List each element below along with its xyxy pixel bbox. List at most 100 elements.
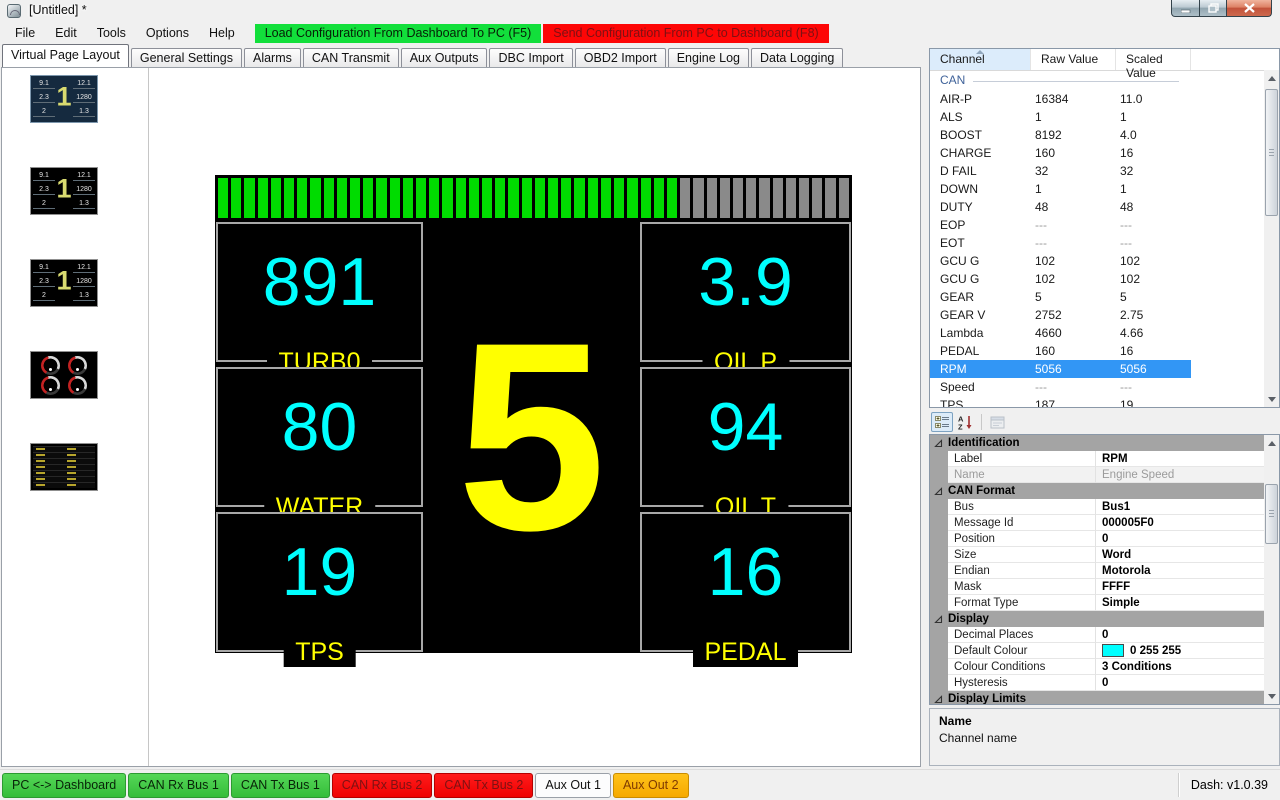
property-value[interactable]: Word <box>1096 547 1264 563</box>
minimize-button[interactable] <box>1171 0 1200 17</box>
property-section-can-format[interactable]: CAN Format <box>930 483 1264 499</box>
channel-row-gear-v[interactable]: GEAR V27522.75 <box>930 306 1191 324</box>
channel-row-down[interactable]: DOWN11 <box>930 180 1191 198</box>
page-thumbnail-1[interactable]: 9.12.3212.112801.31 <box>30 75 98 123</box>
property-value[interactable]: 0 <box>1096 675 1264 691</box>
page-thumbnail-4[interactable] <box>30 351 98 399</box>
status-aux-out-2[interactable]: Aux Out 2 <box>613 773 689 798</box>
property-label[interactable]: LabelRPM <box>930 451 1264 467</box>
gauge-value: 94 <box>642 375 849 479</box>
channel-row-boost[interactable]: BOOST81924.0 <box>930 126 1191 144</box>
property-value[interactable]: 3 Conditions <box>1096 659 1264 675</box>
property-section-identification[interactable]: Identification <box>930 435 1264 451</box>
categorized-view-button[interactable] <box>931 412 953 432</box>
channel-row-rpm[interactable]: RPM50565056 <box>930 360 1191 378</box>
property-value[interactable]: Simple <box>1096 595 1264 611</box>
scroll-down-icon[interactable] <box>1264 391 1279 407</box>
bar-segment <box>720 178 730 218</box>
page-thumbnail-2[interactable]: 9.12.3212.112801.31 <box>30 167 98 215</box>
status-can-tx-bus-2[interactable]: CAN Tx Bus 2 <box>434 773 533 798</box>
scroll-up-icon[interactable] <box>1264 435 1279 451</box>
channel-row-tps[interactable]: TPS18719 <box>930 396 1191 407</box>
close-button[interactable] <box>1227 0 1272 17</box>
channel-row-eop[interactable]: EOP------ <box>930 216 1191 234</box>
tab-alarms[interactable]: Alarms <box>244 48 301 67</box>
channel-scrollbar[interactable] <box>1264 70 1279 407</box>
property-mask[interactable]: MaskFFFF <box>930 579 1264 595</box>
channel-row-gcu-g[interactable]: GCU G102102 <box>930 270 1191 288</box>
menu-item-options[interactable]: Options <box>136 23 199 43</box>
menu-item-tools[interactable]: Tools <box>87 23 136 43</box>
status-pc-dashboard[interactable]: PC <-> Dashboard <box>2 773 126 798</box>
property-value[interactable]: Motorola <box>1096 563 1264 579</box>
column-header-raw-value[interactable]: Raw Value <box>1031 49 1116 70</box>
scroll-up-icon[interactable] <box>1264 70 1279 86</box>
channel-row-air-p[interactable]: AIR-P1638411.0 <box>930 90 1191 108</box>
alphabetical-view-button[interactable]: A Z <box>954 412 976 432</box>
column-header-channel[interactable]: Channel <box>930 49 1031 70</box>
property-value[interactable]: Engine Speed <box>1096 467 1264 483</box>
property-endian[interactable]: EndianMotorola <box>930 563 1264 579</box>
channel-row-lambda[interactable]: Lambda46604.66 <box>930 324 1191 342</box>
tab-can-transmit[interactable]: CAN Transmit <box>303 48 399 67</box>
dashboard-preview[interactable]: 5 891TURB03.9OIL P80WATER94OIL T19TPS16P… <box>215 175 852 653</box>
property-size[interactable]: SizeWord <box>930 547 1264 563</box>
mini-value: 1280 <box>73 93 95 103</box>
property-position[interactable]: Position0 <box>930 531 1264 547</box>
property-value[interactable]: Bus1 <box>1096 499 1264 515</box>
property-decimal-places[interactable]: Decimal Places0 <box>930 627 1264 643</box>
tab-obd2-import[interactable]: OBD2 Import <box>575 48 666 67</box>
property-default-colour[interactable]: Default Colour0 255 255 <box>930 643 1264 659</box>
property-section-display[interactable]: Display <box>930 611 1264 627</box>
page-thumbnail-3[interactable]: 9.12.3212.112801.31 <box>30 259 98 307</box>
tab-data-logging[interactable]: Data Logging <box>751 48 843 67</box>
tab-engine-log[interactable]: Engine Log <box>668 48 749 67</box>
property-bus[interactable]: BusBus1 <box>930 499 1264 515</box>
property-scrollbar-thumb[interactable] <box>1265 484 1278 544</box>
send-configuration-button[interactable]: Send Configuration From PC to Dashboard … <box>543 24 828 43</box>
property-hysteresis[interactable]: Hysteresis0 <box>930 675 1264 691</box>
channel-row-als[interactable]: ALS11 <box>930 108 1191 126</box>
property-message-id[interactable]: Message Id000005F0 <box>930 515 1264 531</box>
property-gutter <box>930 467 948 483</box>
property-name[interactable]: NameEngine Speed <box>930 467 1264 483</box>
status-can-rx-bus-2[interactable]: CAN Rx Bus 2 <box>332 773 433 798</box>
channel-row-d-fail[interactable]: D FAIL3232 <box>930 162 1191 180</box>
property-value[interactable]: 0 <box>1096 627 1264 643</box>
tab-general-settings[interactable]: General Settings <box>131 48 242 67</box>
property-format-type[interactable]: Format TypeSimple <box>930 595 1264 611</box>
tab-aux-outputs[interactable]: Aux Outputs <box>401 48 488 67</box>
status-aux-out-1[interactable]: Aux Out 1 <box>535 773 611 798</box>
menu-item-help[interactable]: Help <box>199 23 245 43</box>
scroll-down-icon[interactable] <box>1264 688 1279 704</box>
property-value[interactable]: 0 <box>1096 531 1264 547</box>
column-header-scaled-value[interactable]: Scaled Value <box>1116 49 1191 70</box>
tab-virtual-page-layout[interactable]: Virtual Page Layout <box>2 44 129 67</box>
channel-row-eot[interactable]: EOT------ <box>930 234 1191 252</box>
property-value[interactable]: 0 255 255 <box>1096 643 1264 659</box>
channel-row-gcu-g[interactable]: GCU G102102 <box>930 252 1191 270</box>
channel-scrollbar-thumb[interactable] <box>1265 89 1278 216</box>
channel-row-gear[interactable]: GEAR55 <box>930 288 1191 306</box>
channel-row-pedal[interactable]: PEDAL16016 <box>930 342 1191 360</box>
status-can-tx-bus-1[interactable]: CAN Tx Bus 1 <box>231 773 330 798</box>
menu-item-file[interactable]: File <box>5 23 45 43</box>
property-value[interactable]: RPM <box>1096 451 1264 467</box>
channel-row-speed[interactable]: Speed------ <box>930 378 1191 396</box>
property-scrollbar[interactable] <box>1264 435 1279 704</box>
channel-row-duty[interactable]: DUTY4848 <box>930 198 1191 216</box>
menu-item-edit[interactable]: Edit <box>45 23 87 43</box>
property-value[interactable]: FFFF <box>1096 579 1264 595</box>
property-section-display-limits[interactable]: Display Limits <box>930 691 1264 704</box>
status-can-rx-bus-1[interactable]: CAN Rx Bus 1 <box>128 773 229 798</box>
property-gutter <box>930 675 948 691</box>
load-configuration-button[interactable]: Load Configuration From Dashboard To PC … <box>255 24 542 43</box>
restore-button[interactable] <box>1200 0 1227 17</box>
property-label: Label <box>948 451 1096 467</box>
tab-dbc-import[interactable]: DBC Import <box>489 48 572 67</box>
property-value[interactable]: 000005F0 <box>1096 515 1264 531</box>
channel-cell: --- <box>1120 218 1132 232</box>
page-thumbnail-5[interactable] <box>30 443 98 491</box>
channel-row-charge[interactable]: CHARGE16016 <box>930 144 1191 162</box>
property-colour-conditions[interactable]: Colour Conditions3 Conditions <box>930 659 1264 675</box>
